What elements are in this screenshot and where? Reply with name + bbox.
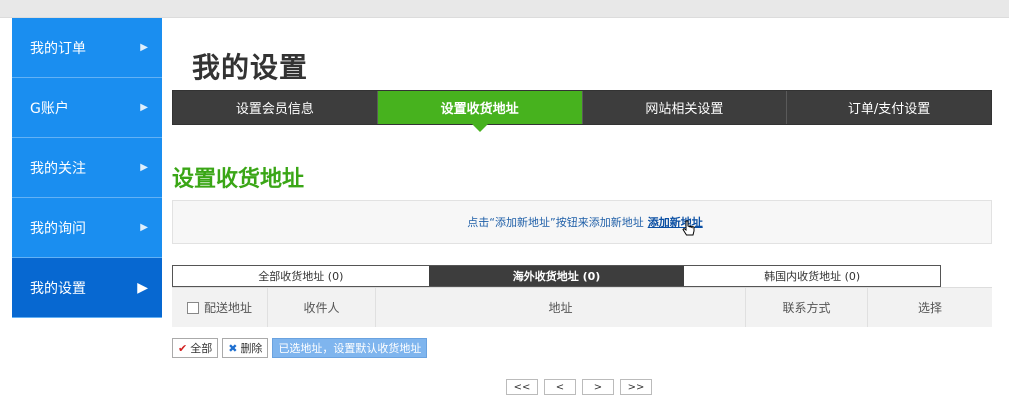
sidebar-item-follows[interactable]: 我的关注 ▶ bbox=[12, 138, 162, 198]
set-default-address-button[interactable]: 已选地址，设置默认收货地址 bbox=[272, 338, 428, 358]
chevron-right-icon: ▶ bbox=[140, 42, 148, 53]
tab-member-info[interactable]: 设置会员信息 bbox=[173, 91, 378, 124]
sidebar-item-orders[interactable]: 我的订单 ▶ bbox=[12, 18, 162, 78]
add-address-notice: 点击“添加新地址”按钮来添加新地址 添加新地址 bbox=[172, 200, 992, 244]
col-select: 选择 bbox=[917, 301, 942, 315]
col-ship-address: 配送地址 bbox=[172, 288, 268, 327]
col-address: 地址 bbox=[376, 288, 746, 327]
select-all-checkbox[interactable] bbox=[186, 301, 199, 314]
hand-cursor-icon bbox=[681, 220, 697, 238]
delete-button[interactable]: ✖ 删除 bbox=[222, 338, 269, 358]
top-bar bbox=[0, 0, 1009, 18]
tab-shipping-address[interactable]: 设置收货地址 bbox=[377, 91, 583, 132]
tab-order-payment[interactable]: 订单/支付设置 bbox=[787, 91, 991, 124]
close-icon: ✖ bbox=[228, 341, 238, 355]
settings-tabs: 设置会员信息 设置收货地址 网站相关设置 订单/支付设置 bbox=[172, 90, 992, 132]
tab-site-settings[interactable]: 网站相关设置 bbox=[582, 91, 788, 124]
tab-all-addresses[interactable]: 全部收货地址 (0) bbox=[173, 266, 429, 286]
sidebar-item-label: 我的询问 bbox=[30, 220, 86, 237]
col-contact: 联系方式 bbox=[746, 288, 868, 327]
sidebar-item-g-account[interactable]: G账户 ▶ bbox=[12, 78, 162, 138]
next-page-button[interactable]: > bbox=[582, 379, 614, 395]
select-all-button[interactable]: ✔ 全部 bbox=[172, 338, 219, 358]
prev-page-button[interactable]: < bbox=[544, 379, 576, 395]
first-page-button[interactable]: << bbox=[506, 379, 538, 395]
pagination: << < > >> bbox=[506, 379, 652, 395]
select-all-label: 全部 bbox=[190, 342, 213, 355]
address-table-header: 配送地址 收件人 地址 联系方式 选择 bbox=[172, 287, 992, 327]
tab-korea-addresses[interactable]: 韩国内收货地址 (0) bbox=[684, 266, 941, 286]
last-page-button[interactable]: >> bbox=[620, 379, 652, 395]
address-filter-tabs: 全部收货地址 (0) 海外收货地址 (0) 韩国内收货地址 (0) bbox=[172, 265, 941, 287]
chevron-right-icon: ▶ bbox=[140, 162, 148, 173]
chevron-right-icon: ▶ bbox=[137, 279, 148, 296]
sidebar-item-label: 我的设置 bbox=[30, 280, 86, 297]
delete-label: 删除 bbox=[240, 342, 263, 355]
notice-text: 点击“添加新地址”按钮来添加新地址 bbox=[467, 216, 644, 229]
sidebar: 我的订单 ▶ G账户 ▶ 我的关注 ▶ 我的询问 ▶ 我的设置 ▶ bbox=[12, 18, 162, 318]
address-actions: ✔ 全部 ✖ 删除 已选地址，设置默认收货地址 bbox=[172, 338, 428, 358]
check-icon: ✔ bbox=[178, 341, 188, 355]
chevron-right-icon: ▶ bbox=[140, 102, 148, 113]
tab-overseas-addresses[interactable]: 海外收货地址 (0) bbox=[428, 266, 685, 286]
sidebar-item-label: G账户 bbox=[30, 100, 69, 117]
sidebar-item-inquiries[interactable]: 我的询问 ▶ bbox=[12, 198, 162, 258]
sidebar-item-label: 我的订单 bbox=[30, 40, 86, 57]
col-recipient: 收件人 bbox=[268, 288, 376, 327]
sidebar-item-settings[interactable]: 我的设置 ▶ bbox=[12, 258, 162, 318]
chevron-right-icon: ▶ bbox=[140, 222, 148, 233]
page-title: 我的设置 bbox=[192, 51, 309, 84]
col-ship-address-label: 配送地址 bbox=[203, 301, 252, 315]
sidebar-item-label: 我的关注 bbox=[30, 160, 86, 177]
section-title: 设置收货地址 bbox=[172, 167, 305, 192]
